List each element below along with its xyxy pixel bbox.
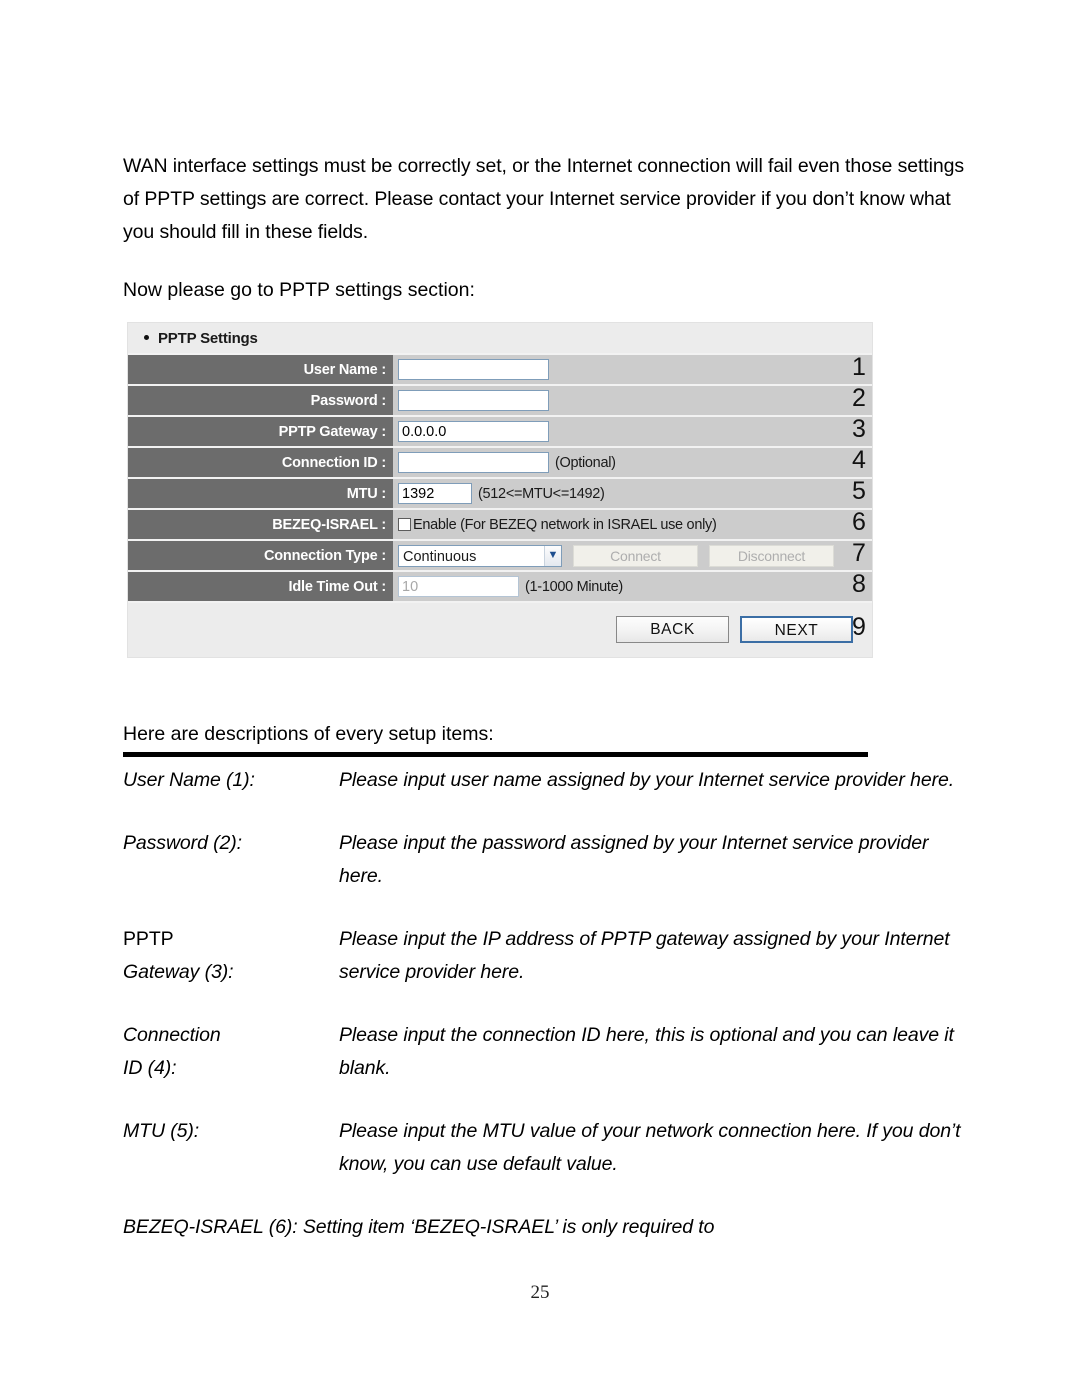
callout-1: 1 <box>852 353 866 381</box>
descriptions-divider <box>123 752 868 757</box>
callout-4: 4 <box>852 446 866 474</box>
table-row-user-name: User Name : <box>128 353 872 386</box>
label-user-name: User Name : <box>128 353 393 386</box>
value-idle-time-out: 10 (1-1000 Minute) <box>393 571 872 603</box>
description-definition-mtu: Please input the MTU value of your netwo… <box>339 1120 961 1175</box>
label-idle-time-out: Idle Time Out : <box>128 571 393 603</box>
description-row-connection-id: Connection ID (4): Please input the conn… <box>123 1019 973 1085</box>
connection-type-selected-value: Continuous <box>403 548 477 565</box>
bezeq-israel-checkbox-label: Enable (For BEZEQ network in ISRAEL use … <box>413 516 717 533</box>
table-row-connection-id: Connection ID : (Optional) <box>128 447 872 479</box>
bullet-icon <box>144 335 149 341</box>
intro-paragraph: WAN interface settings must be correctly… <box>123 154 964 243</box>
panel-title: PPTP Settings <box>128 323 872 353</box>
label-password: Password : <box>128 385 393 417</box>
descriptions-heading: Here are descriptions of every setup ite… <box>123 722 494 745</box>
idle-time-out-hint: (1-1000 Minute) <box>525 578 623 595</box>
description-term-pptp-gateway-line1: PPTP <box>123 928 174 950</box>
description-term-pptp-gateway: PPTP Gateway (3): <box>123 923 339 989</box>
panel-footer: BACK NEXT <box>128 603 872 657</box>
description-term-user-name: User Name (1): <box>123 769 255 791</box>
connect-button[interactable]: Connect <box>573 544 698 567</box>
table-row-mtu: MTU : 1392 (512<=MTU<=1492) <box>128 478 872 510</box>
mtu-hint: (512<=MTU<=1492) <box>478 485 605 502</box>
callout-7: 7 <box>852 539 866 567</box>
callout-number-column: 1 2 3 4 5 6 7 8 9 <box>848 322 888 643</box>
description-row-mtu: MTU (5): Please input the MTU value of y… <box>123 1115 973 1181</box>
connection-type-select[interactable]: Continuous ▼ <box>398 544 562 567</box>
pptp-gateway-input[interactable]: 0.0.0.0 <box>398 421 549 442</box>
descriptions-table: User Name (1): Please input user name as… <box>123 764 973 1274</box>
value-password <box>393 385 872 417</box>
description-row-user-name: User Name (1): Please input user name as… <box>123 764 973 797</box>
description-term-connection-id-line1: Connection <box>123 1024 221 1046</box>
table-row-password: Password : <box>128 385 872 417</box>
value-connection-id: (Optional) <box>393 447 872 479</box>
connection-id-input[interactable] <box>398 452 549 473</box>
callout-9: 9 <box>852 613 866 641</box>
panel-title-text: PPTP Settings <box>158 330 258 347</box>
description-definition-user-name: Please input user name assigned by your … <box>339 769 955 791</box>
label-mtu: MTU : <box>128 478 393 510</box>
description-row-password: Password (2): Please input the password … <box>123 827 973 893</box>
pptp-settings-panel: PPTP Settings User Name : Password : PPT… <box>127 322 873 658</box>
table-row-bezeq-israel: BEZEQ-ISRAEL : Enable (For BEZEQ network… <box>128 509 872 541</box>
pptp-settings-table: User Name : Password : PPTP Gateway : 0.… <box>128 353 872 603</box>
label-connection-id: Connection ID : <box>128 447 393 479</box>
table-row-connection-type: Connection Type : Continuous ▼ Connect Disc… <box>128 540 872 572</box>
callout-2: 2 <box>852 384 866 412</box>
page-number: 25 <box>530 1282 550 1303</box>
callout-5: 5 <box>852 477 866 505</box>
next-button[interactable]: NEXT <box>740 616 853 643</box>
idle-time-out-input[interactable]: 10 <box>398 576 519 597</box>
label-connection-type: Connection Type : <box>128 540 393 572</box>
chevron-down-icon[interactable]: ▼ <box>544 545 561 566</box>
description-term-mtu: MTU (5): <box>123 1120 200 1142</box>
value-connection-type: Continuous ▼ Connect Disconnect <box>393 540 872 572</box>
callout-8: 8 <box>852 570 866 598</box>
manual-page: WAN interface settings must be correctly… <box>0 0 1080 1397</box>
description-definition-bezeq-israel: BEZEQ-ISRAEL (6): Setting item ‘BEZEQ-IS… <box>123 1216 715 1238</box>
description-term-connection-id-line2: ID (4): <box>123 1057 177 1079</box>
value-bezeq-israel: Enable (For BEZEQ network in ISRAEL use … <box>393 509 872 541</box>
description-term-password: Password (2): <box>123 832 242 854</box>
connection-id-hint: (Optional) <box>555 454 616 471</box>
back-button[interactable]: BACK <box>616 616 729 643</box>
table-row-pptp-gateway: PPTP Gateway : 0.0.0.0 <box>128 416 872 448</box>
password-input[interactable] <box>398 390 549 411</box>
description-definition-pptp-gateway: Please input the IP address of PPTP gate… <box>339 928 950 983</box>
description-definition-password: Please input the password assigned by yo… <box>339 832 929 887</box>
mtu-input[interactable]: 1392 <box>398 483 472 504</box>
label-bezeq-israel: BEZEQ-ISRAEL : <box>128 509 393 541</box>
description-row-pptp-gateway: PPTP Gateway (3): Please input the IP ad… <box>123 923 973 989</box>
bezeq-israel-checkbox[interactable] <box>398 517 411 531</box>
disconnect-button[interactable]: Disconnect <box>709 544 834 567</box>
description-term-pptp-gateway-line2: Gateway (3): <box>123 961 234 983</box>
section-intro-paragraph: Now please go to PPTP settings section: <box>123 278 475 301</box>
description-definition-connection-id: Please input the connection ID here, thi… <box>339 1024 954 1079</box>
value-user-name <box>393 353 872 386</box>
label-pptp-gateway: PPTP Gateway : <box>128 416 393 448</box>
value-pptp-gateway: 0.0.0.0 <box>393 416 872 448</box>
callout-6: 6 <box>852 508 866 536</box>
value-mtu: 1392 (512<=MTU<=1492) <box>393 478 872 510</box>
description-term-connection-id: Connection ID (4): <box>123 1019 339 1085</box>
table-row-idle-time-out: Idle Time Out : 10 (1-1000 Minute) <box>128 571 872 603</box>
description-row-bezeq-israel: BEZEQ-ISRAEL (6): Setting item ‘BEZEQ-IS… <box>123 1211 973 1244</box>
user-name-input[interactable] <box>398 359 549 380</box>
callout-3: 3 <box>852 415 866 443</box>
